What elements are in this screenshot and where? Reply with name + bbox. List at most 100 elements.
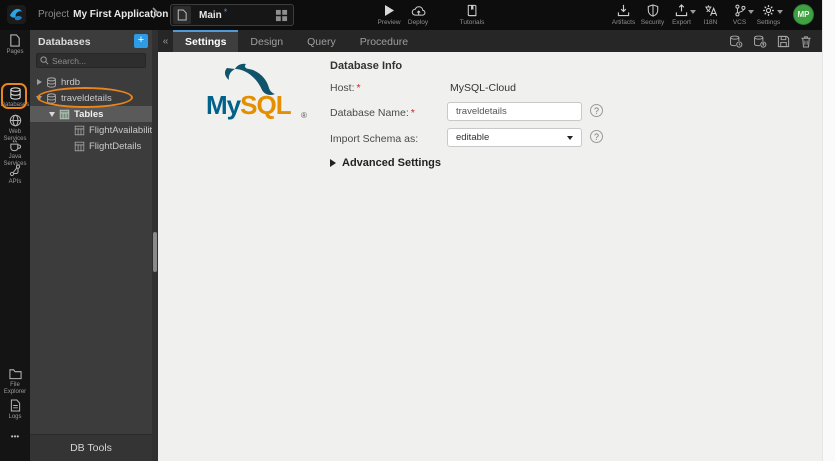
- panel-divider: [152, 30, 158, 461]
- export-label: Export: [672, 19, 691, 26]
- tree-node-traveldetails[interactable]: traveldetails: [30, 90, 152, 106]
- vcs-button[interactable]: VCS: [726, 4, 754, 26]
- settings-label: Settings: [756, 19, 781, 26]
- logs-label: Logs: [8, 414, 22, 420]
- db-reimport-icon[interactable]: [729, 35, 743, 48]
- settings-gear-icon: [762, 4, 775, 17]
- security-button[interactable]: Security: [639, 4, 666, 26]
- select-caret-icon: [567, 135, 573, 140]
- help-icon[interactable]: ?: [590, 130, 603, 143]
- database-icon: [46, 92, 57, 104]
- web-services-globe-icon: [9, 114, 22, 127]
- help-icon[interactable]: ?: [590, 104, 603, 117]
- user-avatar[interactable]: MP: [793, 4, 814, 25]
- tree-node-flightdetails[interactable]: FlightDetails: [30, 138, 152, 154]
- tutorials-button[interactable]: Tutorials: [455, 4, 489, 26]
- tutorials-label: Tutorials: [459, 19, 485, 26]
- databases-label: Databases: [0, 102, 30, 108]
- settings-content: MySQL ® Database Info Host: * MySQL-Cloud…: [158, 52, 822, 461]
- sidebar-item-logs[interactable]: Logs: [0, 399, 30, 421]
- deploy-button[interactable]: Deploy: [401, 4, 435, 26]
- import-schema-value: editable: [456, 132, 490, 143]
- table-icon: [59, 109, 70, 120]
- export-upload-icon: [675, 4, 688, 17]
- open-page-tab[interactable]: Main *: [170, 4, 294, 26]
- search-icon: [40, 56, 49, 65]
- apis-icon: [9, 164, 21, 177]
- artifacts-button[interactable]: Artifacts: [610, 4, 637, 26]
- sidebar-item-databases[interactable]: Databases: [0, 87, 30, 109]
- wave-logo-icon: [9, 7, 24, 22]
- caret-down-icon: [36, 95, 42, 101]
- database-name-label: Database Name: *: [330, 107, 415, 119]
- page-scrollbar-track[interactable]: [822, 0, 835, 461]
- main-area: Settings Design Query Procedure MySQL ®: [158, 30, 822, 461]
- advanced-settings-toggle[interactable]: Advanced Settings: [330, 157, 441, 169]
- import-schema-select[interactable]: editable: [447, 128, 582, 147]
- tab-design[interactable]: Design: [238, 30, 295, 52]
- db-export-icon[interactable]: [753, 35, 767, 48]
- settings-caret-icon: [777, 10, 783, 14]
- more-options-button[interactable]: •••: [0, 431, 30, 441]
- modified-indicator: *: [223, 7, 228, 17]
- database-icon: [46, 76, 57, 88]
- tab-procedure[interactable]: Procedure: [348, 30, 420, 52]
- database-search[interactable]: [36, 53, 146, 68]
- tree-node-hrdb[interactable]: hrdb: [30, 74, 152, 90]
- left-rail: Pages Databases Web Services Java Servic…: [0, 30, 30, 461]
- tab-query[interactable]: Query: [295, 30, 348, 52]
- settings-button[interactable]: Settings: [755, 4, 783, 26]
- artifacts-label: Artifacts: [611, 19, 636, 26]
- java-services-cup-icon: [9, 139, 22, 152]
- host-label: Host: *: [330, 82, 361, 94]
- tree-node-flightavailability[interactable]: FlightAvailability: [30, 122, 157, 138]
- preview-play-icon: [383, 4, 395, 17]
- table-icon: [74, 125, 85, 136]
- tree-node-label: Tables: [74, 108, 104, 120]
- i18n-label: I18N: [703, 19, 718, 26]
- search-input[interactable]: [52, 55, 138, 66]
- svg-text:®: ®: [301, 111, 307, 120]
- breadcrumb: Project My First Application: [38, 9, 168, 20]
- tree-node-label: FlightAvailability: [89, 124, 157, 136]
- panel-scrollbar[interactable]: [153, 232, 157, 272]
- delete-icon[interactable]: [800, 35, 812, 48]
- host-value: MySQL-Cloud: [450, 82, 516, 94]
- panel-title: Databases: [38, 36, 91, 48]
- deploy-label: Deploy: [407, 19, 429, 26]
- caret-down-icon: [49, 111, 55, 117]
- sidebar-item-pages[interactable]: Pages: [0, 34, 30, 56]
- caret-right-icon: [37, 79, 42, 85]
- sidebar-item-file-explorer[interactable]: File Explorer: [0, 368, 30, 396]
- tab-settings[interactable]: Settings: [173, 30, 239, 52]
- wavemaker-studio-window: Project My First Application Main * Prev…: [0, 0, 835, 461]
- i18n-button[interactable]: I18N: [697, 4, 724, 26]
- topbar: Project My First Application Main * Prev…: [0, 0, 822, 30]
- file-explorer-label: File Explorer: [3, 382, 27, 395]
- databases-icon: [9, 87, 22, 100]
- table-icon: [74, 141, 85, 152]
- page-icon: [173, 6, 191, 24]
- i18n-translate-icon: [704, 4, 718, 17]
- preview-label: Preview: [377, 19, 401, 26]
- export-caret-icon: [690, 10, 696, 14]
- collapse-panel-icon[interactable]: [158, 30, 173, 52]
- advanced-settings-label: Advanced Settings: [342, 157, 442, 169]
- tree-node-label: FlightDetails: [89, 140, 142, 152]
- pages-grid-icon[interactable]: [275, 9, 288, 22]
- tutorials-book-icon: [466, 4, 478, 17]
- add-database-button[interactable]: +: [134, 34, 148, 48]
- save-icon[interactable]: [777, 35, 790, 48]
- deploy-cloud-icon: [411, 4, 426, 17]
- db-tools-button[interactable]: DB Tools: [30, 434, 152, 461]
- file-explorer-folder-icon: [8, 368, 22, 380]
- database-name-input[interactable]: [447, 102, 582, 121]
- sidebar-item-apis[interactable]: APIs: [0, 164, 30, 186]
- export-button[interactable]: Export: [668, 4, 696, 26]
- vcs-label: VCS: [732, 19, 747, 26]
- page-tab-name: Main: [199, 9, 222, 21]
- app-logo[interactable]: [7, 5, 26, 24]
- tree-node-tables[interactable]: Tables: [30, 106, 152, 122]
- topbar-tools: Artifacts Security Export I18N VCS Setti…: [610, 4, 783, 26]
- tree-node-label: hrdb: [61, 76, 81, 88]
